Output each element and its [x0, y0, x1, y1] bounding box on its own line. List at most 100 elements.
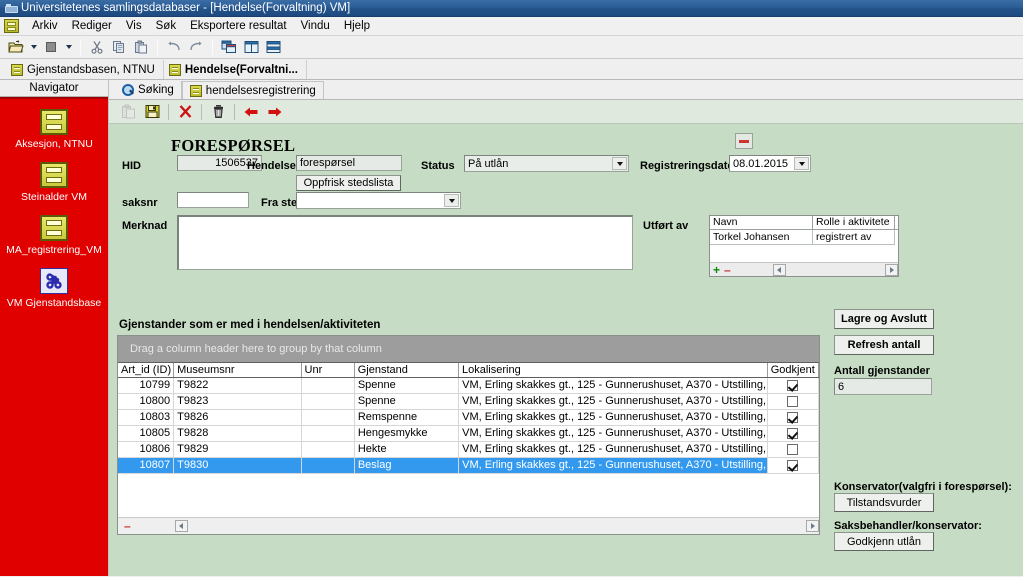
status-value: På utlån	[468, 157, 509, 170]
copy-icon[interactable]	[109, 38, 129, 57]
table-row[interactable]: 10807 T9830 Beslag VM, Erling skakkes gt., …	[118, 458, 819, 474]
checkbox-icon[interactable]	[787, 412, 799, 423]
table-row[interactable]: 10799 T9822 Spenne VM, Erling skakkes gt., …	[118, 378, 819, 394]
checkbox-icon[interactable]	[787, 380, 799, 391]
chevron-down-icon[interactable]	[444, 194, 459, 207]
document-tab-label: Hendelse(Forvaltni...	[184, 63, 298, 76]
tile-vertical-icon[interactable]	[241, 38, 261, 57]
previous-record-arrow-icon[interactable]	[240, 102, 262, 122]
checkbox-icon[interactable]	[787, 460, 799, 471]
table-row[interactable]: 10803 T9826 Remspenne VM, Erling skakkes gt…	[118, 410, 819, 426]
open-folder-icon[interactable]	[6, 38, 26, 57]
chevron-down-icon[interactable]	[612, 157, 627, 170]
hendelse-field[interactable]	[296, 155, 402, 171]
document-tab-gjenstandsbasen[interactable]: Gjenstandsbasen, NTNU	[6, 60, 163, 79]
menu-item-sok[interactable]: Søk	[149, 18, 183, 34]
scroll-left-icon[interactable]	[174, 520, 188, 532]
antall-gjenstander-field[interactable]	[834, 378, 932, 395]
sidebar-item-vm-gjenstandsbase[interactable]: VM Gjenstandsbase	[2, 268, 106, 309]
menu-item-vindu[interactable]: Vindu	[294, 18, 337, 34]
godkjent-checkbox[interactable]	[767, 442, 819, 457]
scroll-right-icon[interactable]	[806, 520, 819, 532]
cut-icon[interactable]	[87, 38, 107, 57]
checkbox-icon[interactable]	[787, 444, 799, 455]
merknad-textarea[interactable]	[177, 215, 633, 270]
tilstandsvurder-button[interactable]: Tilstandsvurder	[834, 493, 934, 512]
menu-item-arkiv[interactable]: Arkiv	[25, 18, 65, 34]
menu-item-rediger[interactable]: Rediger	[65, 18, 119, 34]
sidebar-item-steinalder-vm[interactable]: Steinalder VM	[2, 162, 106, 203]
sidebar-item-ma-registrering-vm[interactable]: MA_registrering_VM	[2, 215, 106, 256]
scroll-right-icon[interactable]	[885, 263, 898, 276]
cell-museumsnr: T9829	[174, 442, 302, 457]
oppfrisk-stedslista-button[interactable]: Oppfrisk stedslista	[296, 175, 401, 191]
add-plus-icon[interactable]: +	[713, 264, 720, 276]
column-header-rolle[interactable]: Rolle i aktivitete	[813, 216, 895, 229]
status-dropdown[interactable]: På utlån	[464, 155, 629, 172]
redo-icon[interactable]	[186, 38, 206, 57]
forespoersel-form: FORESPØRSEL HID Hendelse Oppfrisk stedsl…	[109, 124, 1023, 576]
stop-dropdown-caret[interactable]	[63, 38, 74, 57]
godkjenn-utlan-button[interactable]: Godkjenn utlån	[834, 532, 934, 551]
godkjent-checkbox[interactable]	[767, 426, 819, 441]
table-row[interactable]: 10806 T9829 Hekte VM, Erling skakkes gt., 1…	[118, 442, 819, 458]
open-folder-dropdown-caret[interactable]	[28, 38, 39, 57]
remove-minus-icon[interactable]: –	[724, 264, 731, 276]
checkbox-icon[interactable]	[787, 428, 799, 439]
cell-art-id: 10800	[118, 394, 175, 409]
checkbox-icon[interactable]	[787, 396, 799, 407]
cell-art-id: 10806	[118, 442, 175, 457]
document-tab-hendelse[interactable]: Hendelse(Forvaltni...	[162, 60, 307, 79]
registreringsdato-datepicker[interactable]: 08.01.2015	[729, 155, 811, 172]
godkjent-checkbox[interactable]	[767, 410, 819, 425]
remove-minus-icon[interactable]	[735, 133, 753, 149]
cancel-x-icon[interactable]	[174, 102, 196, 122]
menu-item-vis[interactable]: Vis	[119, 18, 149, 34]
menu-item-eksportere-resultat[interactable]: Eksportere resultat	[183, 18, 294, 34]
column-header-godkjent[interactable]: Godkjent	[768, 363, 819, 377]
column-header-unr[interactable]: Unr	[302, 363, 355, 377]
save-icon[interactable]	[141, 102, 163, 122]
godkjent-checkbox[interactable]	[767, 458, 819, 473]
search-icon	[122, 84, 134, 96]
sidebar-item-aksesjon-ntnu[interactable]: Aksesjon, NTNU	[2, 109, 106, 150]
column-header-navn[interactable]: Navn	[710, 216, 813, 229]
tile-horizontal-icon[interactable]	[263, 38, 283, 57]
cascade-windows-icon[interactable]	[219, 38, 239, 57]
cell-unr	[302, 458, 355, 473]
column-header-lokalisering[interactable]: Lokalisering	[459, 363, 768, 377]
lagre-og-avslutt-button[interactable]: Lagre og Avslutt	[834, 309, 934, 329]
gjenstander-grid: Drag a column header here to group by th…	[117, 335, 820, 535]
godkjent-checkbox[interactable]	[767, 378, 819, 393]
scroll-left-icon[interactable]	[772, 263, 786, 276]
database-icon	[40, 215, 68, 241]
form-toolbar-separator	[168, 103, 169, 120]
cell-art-id: 10807	[118, 458, 175, 473]
column-header-gjenstand[interactable]: Gjenstand	[355, 363, 459, 377]
group-by-drop-area[interactable]: Drag a column header here to group by th…	[118, 336, 819, 362]
undo-icon[interactable]	[164, 38, 184, 57]
table-row[interactable]: Torkel Johansen registrert av	[710, 230, 898, 245]
chevron-down-icon[interactable]	[794, 157, 809, 170]
delete-trash-icon[interactable]	[207, 102, 229, 122]
tab-soking[interactable]: Søking	[115, 81, 182, 99]
remove-minus-icon[interactable]: –	[124, 520, 131, 532]
column-header-art-id[interactable]: Art_id (ID)	[118, 363, 175, 377]
column-header-museumsnr[interactable]: Museumsnr	[174, 363, 302, 377]
grid-header-row: Art_id (ID) Museumsnr Unr Gjenstand Loka…	[118, 362, 819, 378]
tab-hendelsesregistrering[interactable]: hendelsesregistrering	[181, 81, 324, 99]
paste-icon[interactable]	[117, 102, 139, 122]
stop-icon[interactable]	[41, 38, 61, 57]
table-row[interactable]: 10800 T9823 Spenne VM, Erling skakkes gt., …	[118, 394, 819, 410]
next-record-arrow-icon[interactable]	[264, 102, 286, 122]
saksnr-field[interactable]	[177, 192, 249, 208]
menu-item-hjelp[interactable]: Hjelp	[337, 18, 377, 34]
window-title: Universitetenes samlingsdatabaser - [Hen…	[21, 2, 351, 14]
refresh-antall-button[interactable]: Refresh antall	[834, 335, 934, 355]
database-icon	[40, 162, 68, 188]
paste-icon[interactable]	[131, 38, 151, 57]
fra-sted-dropdown[interactable]	[296, 192, 461, 209]
table-row[interactable]: 10805 T9828 Hengesmykke VM, Erling skakkes …	[118, 426, 819, 442]
godkjent-checkbox[interactable]	[767, 394, 819, 409]
utfort-av-grid[interactable]: Navn Rolle i aktivitete Torkel Johansen …	[709, 215, 899, 277]
